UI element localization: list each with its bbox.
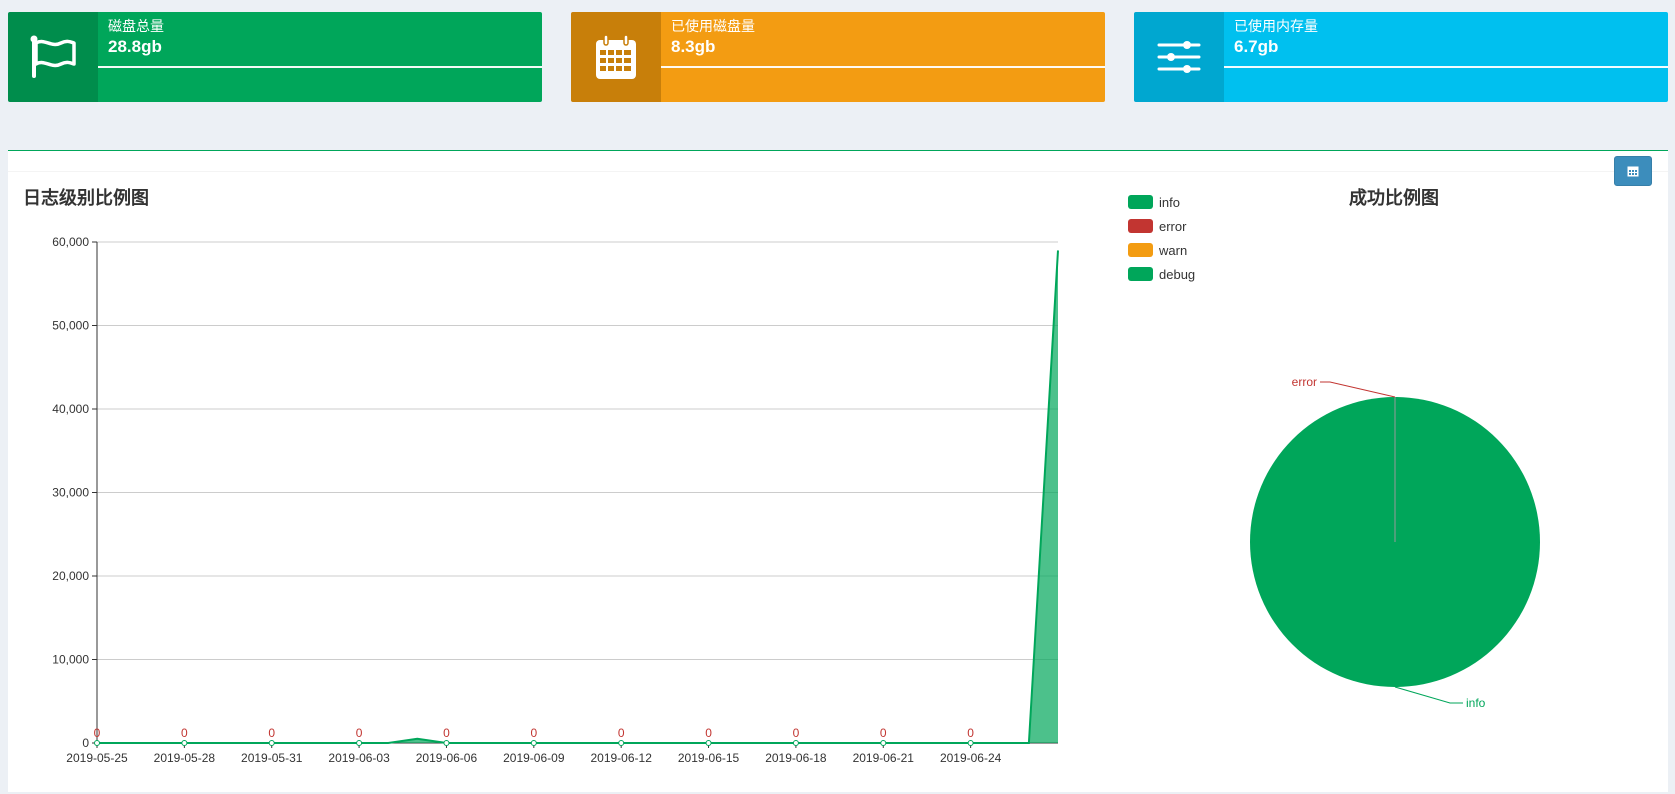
data-label: 0 [356,726,363,740]
x-tick-label: 2019-05-28 [154,751,216,765]
y-tick-label: 30,000 [52,486,89,500]
y-tick-label: 0 [82,736,89,750]
legend-label: warn [1159,242,1188,258]
data-label: 0 [618,726,625,740]
stat-label: 磁盘总量 [108,18,164,34]
data-label: 0 [530,726,537,740]
data-point [268,740,275,746]
x-tick-label: 2019-06-06 [416,751,478,765]
stat-icon-bg [1134,12,1224,102]
y-tick-label: 60,000 [52,235,89,249]
success-pie-chart: error info [1250,375,1540,710]
legend-swatch [1128,195,1153,209]
stat-progress [98,66,542,68]
stat-icon-bg [571,12,661,102]
sliders-icon [1157,41,1201,73]
data-point [356,740,363,746]
stat-progress [661,66,1105,68]
calendar-icon [1627,166,1639,177]
line-chart-title: 日志级别比例图 [23,188,149,208]
stat-box-disk-total: 磁盘总量 28.8gb [8,12,542,102]
series-area-info [97,250,1058,743]
series-line-info [97,250,1059,744]
data-point [94,740,100,746]
data-label: 0 [94,726,101,740]
legend-swatch [1128,219,1153,233]
data-point [618,740,625,746]
stat-value: 6.7gb [1234,37,1279,56]
legend-item-info[interactable]: info [1128,190,1195,214]
data-label: 0 [705,726,712,740]
pie-label-line-info [1394,686,1463,704]
pie-label-line-error [1320,381,1396,398]
stat-progress [1224,66,1668,68]
calendar-icon [596,34,636,79]
legend-swatch [1128,267,1153,281]
y-tick-label: 50,000 [52,319,89,333]
data-point [530,740,537,746]
stat-label: 已使用磁盘量 [671,18,755,34]
legend-item-warn[interactable]: warn [1128,238,1195,262]
legend-swatch [1128,243,1153,257]
pie-label-error: error [1292,375,1317,389]
panel-header [8,151,1668,172]
chart-legend: info error warn debug [1128,190,1195,286]
data-label: 0 [443,726,450,740]
stat-content: 已使用磁盘量 8.3gb [661,12,1105,102]
data-label: 0 [880,726,887,740]
x-tick-label: 2019-06-18 [765,751,827,765]
x-tick-label: 2019-05-31 [241,751,303,765]
y-tick-label: 40,000 [52,402,89,416]
stat-box-disk-used: 已使用磁盘量 8.3gb [571,12,1105,102]
legend-item-error[interactable]: error [1128,214,1195,238]
stat-content: 磁盘总量 28.8gb [98,12,542,102]
x-tick-label: 2019-06-09 [503,751,565,765]
x-tick-label: 2019-06-15 [678,751,740,765]
pie-chart-title: 成功比例图 [1349,188,1439,208]
log-level-area-chart: 0 10,000 20,000 30,000 40,000 50,000 60,000 201… [52,235,1059,765]
x-tick-label: 2019-06-21 [853,751,915,765]
data-label: 0 [181,726,188,740]
legend-label: error [1159,218,1187,234]
stat-label: 已使用内存量 [1234,18,1318,34]
stat-icon-bg [8,12,98,102]
data-point [880,740,887,746]
y-tick-label: 20,000 [52,569,89,583]
data-label: 0 [967,726,974,740]
pie-label-info: info [1466,696,1486,710]
data-point [792,740,799,746]
legend-label: info [1159,194,1180,210]
data-label: 0 [268,726,275,740]
data-point [181,740,188,746]
stat-box-memory-used: 已使用内存量 6.7gb [1134,12,1668,102]
x-tick-label: 2019-06-03 [328,751,390,765]
data-label: 0 [793,726,800,740]
flag-icon [30,35,76,78]
stat-value: 8.3gb [671,37,716,56]
x-tick-label: 2019-06-12 [590,751,652,765]
data-point [705,740,712,746]
date-picker-button[interactable] [1614,156,1652,186]
data-point [967,740,974,746]
x-tick-label: 2019-05-25 [66,751,128,765]
y-tick-label: 10,000 [52,653,89,667]
x-tick-label: 2019-06-24 [940,751,1002,765]
data-point [443,740,450,746]
stat-content: 已使用内存量 6.7gb [1224,12,1668,102]
stat-value: 28.8gb [108,37,162,56]
